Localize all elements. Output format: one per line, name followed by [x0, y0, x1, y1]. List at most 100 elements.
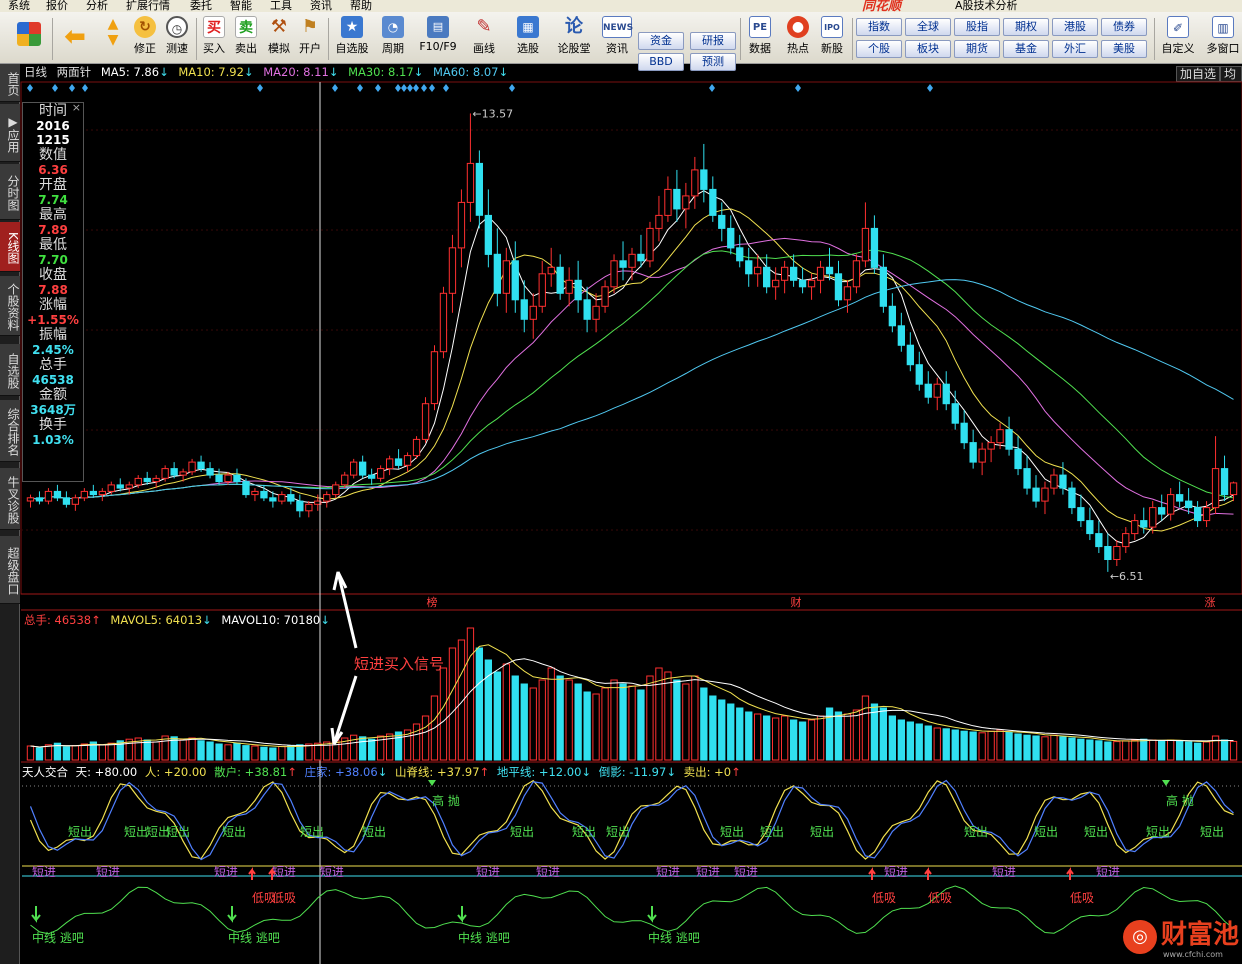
- sidebar-tab-apps[interactable]: ▶应用: [0, 104, 20, 162]
- volume-bar: [206, 741, 214, 761]
- stock-screen-button[interactable]: ▦ 选股: [510, 16, 546, 62]
- short-out-signal: 短出: [1200, 825, 1224, 839]
- buy-button[interactable]: 买 买入: [200, 16, 228, 62]
- candle-body: [798, 279, 807, 288]
- kline-chart[interactable]: ←13.57←6.51榜财涨短进买入信号短出 短出短出短出 短出 短出 短出 短出 短出 短出…: [0, 0, 1242, 964]
- custom-button[interactable]: ✐ 自定义: [1158, 16, 1198, 62]
- menu-item-smart[interactable]: 智能: [230, 0, 252, 12]
- sidebar-tab-intraday[interactable]: 分时图: [0, 164, 20, 220]
- close-icon[interactable]: ×: [72, 101, 81, 114]
- volume-bar: [673, 679, 681, 761]
- indicator-name[interactable]: 天人交合: [22, 765, 68, 779]
- candle-body: [709, 188, 717, 216]
- volume-bar: [1068, 737, 1076, 761]
- draw-line-button[interactable]: ✎ 画线: [466, 16, 502, 62]
- info-key: 收盘: [39, 267, 67, 283]
- bbd-button[interactable]: BBD: [638, 53, 684, 71]
- volume-bar: [44, 744, 53, 761]
- volume-bar: [888, 715, 897, 761]
- market-funds-button[interactable]: 基金: [1003, 40, 1049, 58]
- news-marker-icon: [375, 84, 381, 92]
- info-value: 1.03%: [32, 433, 74, 447]
- menu-item-system[interactable]: 系统: [8, 0, 30, 12]
- news-marker-icon: [52, 84, 58, 92]
- market-index-button[interactable]: 指数: [856, 18, 902, 36]
- market-index-futures-button[interactable]: 股指: [954, 18, 1000, 36]
- short-in-signal: 短进: [884, 865, 908, 879]
- volume-bar: [637, 689, 645, 761]
- system-menu-button[interactable]: [14, 16, 44, 62]
- market-global-button[interactable]: 全球: [905, 18, 951, 36]
- f10-button[interactable]: ▤ F10/F9: [416, 16, 460, 62]
- sidebar-tab-diagnosis[interactable]: 牛叉诊股: [0, 468, 20, 530]
- high-sell-signal: 高 抛: [1166, 793, 1194, 808]
- menu-item-help[interactable]: 帮助: [350, 0, 372, 12]
- short-in-signal: 短进: [992, 865, 1016, 879]
- menu-item-order[interactable]: 委托: [190, 0, 212, 12]
- sidebar-tab-profile[interactable]: 个股资料: [0, 276, 20, 336]
- sidebar-tab-home[interactable]: 首页: [0, 64, 20, 102]
- volume-bar: [601, 687, 609, 761]
- menu-item-analysis[interactable]: 分析: [86, 0, 108, 12]
- menu-item-tools[interactable]: 工具: [270, 0, 292, 12]
- watermark-logo-icon: ◎: [1123, 920, 1157, 954]
- crosshair-info-box: × 时间 2016 1215 数值 6.36 开盘 7.74 最高 7.89 最低 7.70 收盘 7.…: [22, 101, 84, 482]
- sell-button[interactable]: 卖 卖出: [232, 16, 260, 62]
- simulate-button[interactable]: ⚒ 模拟: [264, 16, 294, 62]
- sidebar-tab-ranking[interactable]: 综合排名: [0, 400, 20, 462]
- volume-bar: [197, 740, 205, 761]
- open-account-button[interactable]: ⚑ 开户: [296, 16, 324, 62]
- market-options-button[interactable]: 期权: [1003, 18, 1049, 36]
- multi-window-button[interactable]: ▥ 多窗口: [1204, 16, 1242, 62]
- short-out-signal: 短出: [572, 825, 596, 839]
- hotspot-button[interactable]: ● 热点: [782, 16, 814, 62]
- menu-item-news[interactable]: 资讯: [310, 0, 332, 12]
- nav-up-down-button[interactable]: ▲ ▼: [102, 16, 124, 62]
- fund-flow-button[interactable]: 资金: [638, 32, 684, 50]
- candle-body: [574, 279, 582, 301]
- period-label[interactable]: 日线: [24, 65, 47, 79]
- market-hk-button[interactable]: 港股: [1052, 18, 1098, 36]
- forum-button[interactable]: 论 论股堂: [554, 16, 594, 62]
- market-bonds-button[interactable]: 债券: [1101, 18, 1147, 36]
- market-sectors-button[interactable]: 板块: [905, 40, 951, 58]
- short-in-signal: 短进: [1096, 865, 1120, 879]
- volume-bar: [924, 725, 932, 761]
- speed-test-button[interactable]: ◷ 测速: [162, 16, 192, 62]
- sell-icon: 卖: [235, 16, 257, 38]
- market-forex-button[interactable]: 外汇: [1052, 40, 1098, 58]
- sidebar-tab-orderbook[interactable]: 超级盘口: [0, 536, 20, 604]
- market-us-button[interactable]: 美股: [1101, 40, 1147, 58]
- midline-escape-signal: 中线 逃吧: [32, 930, 84, 945]
- sell-label: 卖出: [235, 42, 257, 55]
- ipo-button[interactable]: IPO 新股: [816, 16, 848, 62]
- refresh-button[interactable]: ↻ 修正: [130, 16, 160, 62]
- indicator-header: 天人交合 天: +80.00 人: +20.00 散户: +38.81↑ 庄家:…: [22, 765, 741, 779]
- open-account-label: 开户: [299, 42, 321, 55]
- ma30-label: MA30: 8.17: [348, 65, 414, 79]
- volume-bar: [996, 729, 1004, 761]
- news-button[interactable]: NEWS 资讯: [600, 16, 634, 62]
- retail-label: 散户: +38.81: [214, 765, 288, 779]
- news-marker-icon: [421, 84, 427, 92]
- mode-label[interactable]: 两面针: [57, 65, 92, 79]
- info-value: 7.70: [38, 253, 68, 267]
- watchlist-button[interactable]: ★ 自选股: [332, 16, 372, 62]
- add-to-watchlist-button[interactable]: 加自选: [1176, 66, 1221, 82]
- forecast-button[interactable]: 预测: [690, 53, 736, 71]
- period-button[interactable]: ◔ 周期: [376, 16, 410, 62]
- sidebar-tab-watchlist[interactable]: 自选股: [0, 344, 20, 396]
- volume-bar: [1122, 740, 1130, 761]
- sidebar-tab-kline[interactable]: K线图: [0, 222, 20, 272]
- volume-bar: [386, 733, 394, 761]
- menu-item-quote[interactable]: 报价: [46, 0, 68, 12]
- market-futures-button[interactable]: 期货: [954, 40, 1000, 58]
- research-button[interactable]: 研报: [690, 32, 736, 50]
- data-button[interactable]: PE 数据: [744, 16, 776, 62]
- candle-body: [691, 169, 699, 197]
- menu-item-extended[interactable]: 扩展行情: [126, 0, 170, 12]
- avg-line-button[interactable]: 均线: [1220, 66, 1242, 82]
- volume-bar: [1185, 741, 1193, 761]
- back-button[interactable]: ⬅: [60, 16, 90, 62]
- market-stocks-button[interactable]: 个股: [856, 40, 902, 58]
